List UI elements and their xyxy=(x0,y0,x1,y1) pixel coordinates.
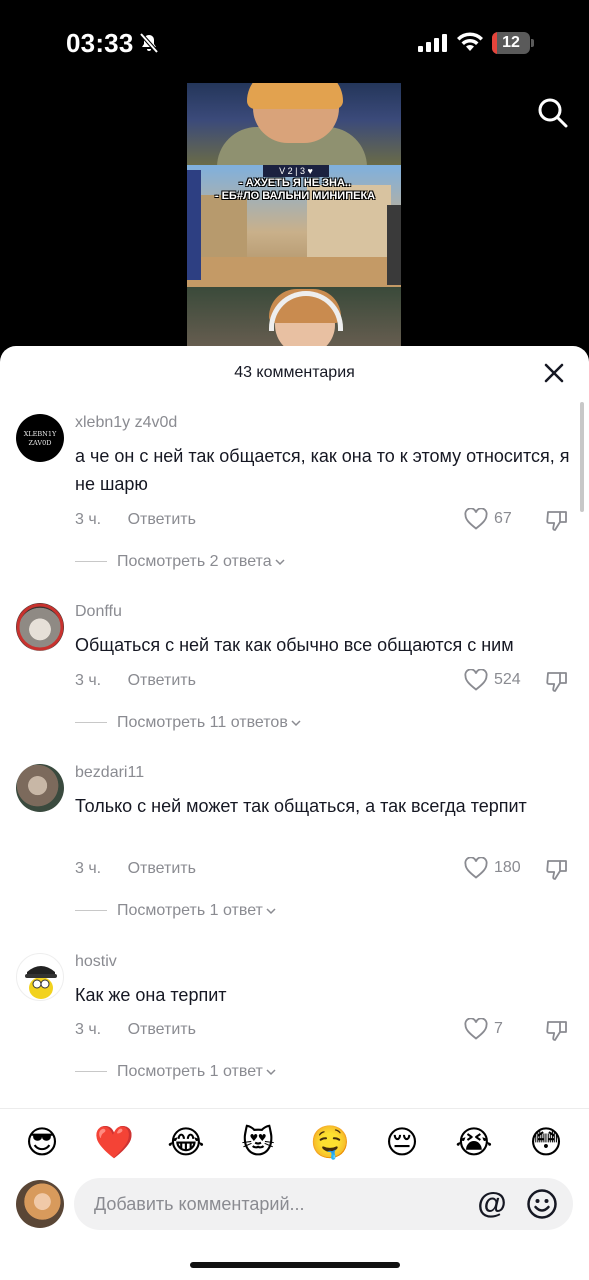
emoji-sob[interactable]: 😭 xyxy=(454,1122,494,1162)
comment-text: а че он с ней так общается, как она то к… xyxy=(75,446,570,494)
mute-icon xyxy=(139,32,159,54)
comment-username[interactable]: xlebn1y z4v0d xyxy=(75,414,177,432)
comment-meta: 3 ч. Ответить xyxy=(75,511,196,529)
chevron-down-icon xyxy=(266,1069,276,1075)
video-caption-line: - ЕБ#ЛО ВАЛЬНИ МИНИПЕКА xyxy=(214,190,376,202)
svg-text:XLEBN1Y: XLEBN1Y xyxy=(24,430,57,438)
divider-line xyxy=(75,1071,107,1073)
reply-button[interactable]: Ответить xyxy=(128,1021,196,1038)
emoji-heart[interactable]: ❤️ xyxy=(94,1122,134,1162)
my-avatar xyxy=(16,1180,64,1228)
dislike-icon[interactable] xyxy=(545,1018,569,1042)
emoji-drooling[interactable]: 🤤 xyxy=(310,1122,350,1162)
composer-divider xyxy=(0,1108,589,1109)
comment-text: Как же она терпит xyxy=(75,985,227,1005)
video-caption-line: - АХУЕТЬ Я НЕ ЗНА.. xyxy=(238,177,352,189)
comment-time: 3 ч. xyxy=(75,672,102,689)
comment-meta: 3 ч. Ответить xyxy=(75,672,196,690)
battery-icon: 12 xyxy=(492,32,534,54)
like-count: 7 xyxy=(494,1020,503,1037)
emoji-joy[interactable]: 😂 xyxy=(166,1122,206,1162)
like-button[interactable]: 7 xyxy=(464,1018,544,1042)
avatar[interactable] xyxy=(16,953,64,1001)
comment-time: 3 ч. xyxy=(75,511,102,528)
divider-line xyxy=(75,910,107,912)
reply-button[interactable]: Ответить xyxy=(128,511,196,528)
status-bar: 03:33 12 xyxy=(0,0,589,90)
video-player[interactable]: V 2 | 3 ♥ - АХУЕТЬ Я НЕ ЗНА.. - ЕБ#ЛО ВА… xyxy=(187,83,401,353)
avatar[interactable] xyxy=(16,603,64,651)
emoji-quick-bar: 😎 ❤️ 😂 😻 🤤 😔 😭 😳 xyxy=(0,1122,589,1162)
emoji-flushed[interactable]: 😳 xyxy=(526,1122,566,1162)
comment-text: Только с ней может так общаться, а так в… xyxy=(75,796,527,816)
streamer-webcam-bottom xyxy=(187,287,401,353)
search-icon[interactable] xyxy=(536,96,568,128)
wifi-icon xyxy=(457,32,483,51)
chevron-down-icon xyxy=(275,559,285,565)
view-replies-button[interactable]: Посмотреть 1 ответ xyxy=(75,1063,277,1081)
like-count: 180 xyxy=(494,859,521,876)
emoji-pensive[interactable]: 😔 xyxy=(382,1122,422,1162)
comment-time: 3 ч. xyxy=(75,860,102,877)
home-indicator[interactable] xyxy=(190,1262,400,1268)
comment-username[interactable]: bezdari11 xyxy=(75,764,144,782)
heart-icon xyxy=(464,857,488,879)
heart-icon xyxy=(464,508,488,530)
emoji-sunglasses[interactable]: 😎 xyxy=(22,1122,62,1162)
streamer-webcam-top xyxy=(187,83,401,167)
comment-meta: 3 ч. Ответить xyxy=(75,860,196,878)
comment-input[interactable] xyxy=(94,1178,464,1230)
avatar-ring xyxy=(16,603,64,651)
view-replies-button[interactable]: Посмотреть 11 ответов xyxy=(75,714,302,732)
comments-count-title: 43 комментария xyxy=(234,364,355,381)
scrollbar[interactable] xyxy=(580,402,584,512)
comment-username[interactable]: hostiv xyxy=(75,953,117,971)
like-count: 67 xyxy=(494,510,512,527)
chevron-down-icon xyxy=(291,720,301,726)
game-footage: V 2 | 3 ♥ - АХУЕТЬ Я НЕ ЗНА.. - ЕБ#ЛО ВА… xyxy=(187,165,401,287)
close-icon[interactable] xyxy=(542,361,566,385)
comment-text: Общаться с ней так как обычно все общают… xyxy=(75,635,514,655)
dislike-icon[interactable] xyxy=(545,857,569,881)
view-replies-button[interactable]: Посмотреть 2 ответа xyxy=(75,553,286,571)
view-replies-button[interactable]: Посмотреть 1 ответ xyxy=(75,902,277,920)
view-replies-label: Посмотреть 11 ответов xyxy=(117,714,288,731)
view-replies-label: Посмотреть 1 ответ xyxy=(117,1063,263,1080)
signal-icon xyxy=(418,34,447,52)
heart-icon xyxy=(464,1018,488,1040)
like-button[interactable]: 524 xyxy=(464,669,544,693)
comment-time: 3 ч. xyxy=(75,1021,102,1038)
divider-line xyxy=(75,561,107,563)
svg-text:ZAV0D: ZAV0D xyxy=(29,439,52,447)
divider-line xyxy=(75,722,107,724)
emoji-heart-eyes-cat[interactable]: 😻 xyxy=(238,1122,278,1162)
avatar[interactable]: XLEBN1Y ZAV0D xyxy=(16,414,64,462)
video-caption: - АХУЕТЬ Я НЕ ЗНА.. - ЕБ#ЛО ВАЛЬНИ МИНИП… xyxy=(207,177,383,203)
comment-composer: @ xyxy=(74,1178,573,1230)
reply-button[interactable]: Ответить xyxy=(128,860,196,877)
chevron-down-icon xyxy=(266,908,276,914)
view-replies-label: Посмотреть 1 ответ xyxy=(117,902,263,919)
heart-icon xyxy=(464,669,488,691)
comment-username[interactable]: Donffu xyxy=(75,603,122,621)
view-replies-label: Посмотреть 2 ответа xyxy=(117,553,272,570)
comment-meta: 3 ч. Ответить xyxy=(75,1021,196,1039)
game-score: V 2 | 3 ♥ xyxy=(263,165,329,177)
avatar-character xyxy=(25,966,57,999)
battery-level: 12 xyxy=(502,34,520,51)
like-button[interactable]: 67 xyxy=(464,508,544,532)
status-time: 03:33 xyxy=(66,28,134,58)
comments-sheet: 43 комментария XLEBN1Y ZAV0D xlebn1y z4v… xyxy=(0,346,589,1280)
dislike-icon[interactable] xyxy=(545,508,569,532)
reply-button[interactable]: Ответить xyxy=(128,672,196,689)
like-button[interactable]: 180 xyxy=(464,857,544,881)
dislike-icon[interactable] xyxy=(545,669,569,693)
mention-at-icon[interactable]: @ xyxy=(476,1188,508,1220)
avatar-logo: XLEBN1Y ZAV0D xyxy=(24,430,57,447)
avatar[interactable] xyxy=(16,764,64,812)
emoji-picker-icon[interactable] xyxy=(526,1188,558,1220)
like-count: 524 xyxy=(494,671,521,688)
